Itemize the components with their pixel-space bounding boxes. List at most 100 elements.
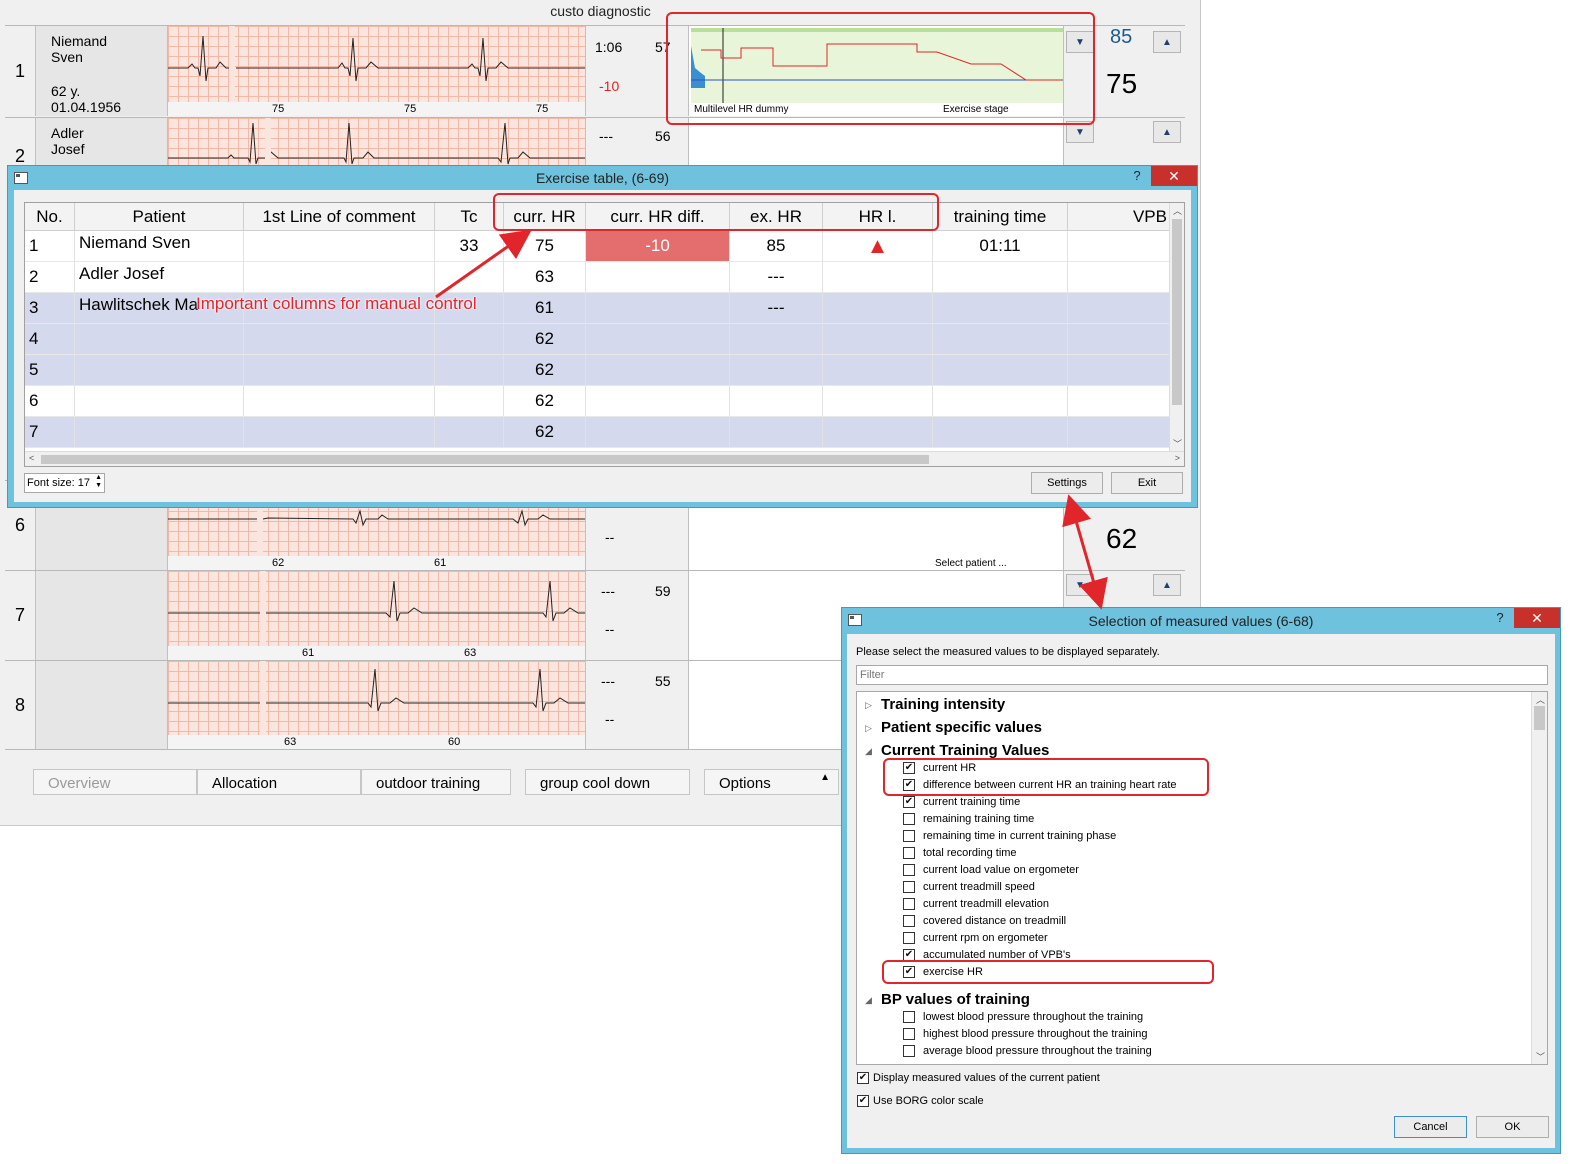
- curr-hr-diff-cell[interactable]: -10: [586, 231, 730, 262]
- col-header-training-time[interactable]: training time: [933, 203, 1068, 231]
- tree-category[interactable]: BP values of training: [881, 991, 1030, 1008]
- settings-button[interactable]: Settings: [1031, 472, 1103, 494]
- curr-hr-diff-cell[interactable]: [586, 293, 730, 324]
- scroll-down-icon[interactable]: ﹀: [1536, 1050, 1545, 1063]
- checkbox[interactable]: [903, 830, 915, 842]
- scrollbar-thumb[interactable]: [41, 455, 929, 464]
- row-number-cell[interactable]: 2: [25, 262, 75, 293]
- ex-hr-cell[interactable]: [730, 324, 823, 355]
- checkbox[interactable]: [903, 847, 915, 859]
- tc-cell[interactable]: [435, 324, 504, 355]
- training-time-cell[interactable]: [933, 355, 1068, 386]
- tree-item[interactable]: covered distance on treadmill: [903, 915, 1066, 927]
- curr-hr-cell[interactable]: 62: [504, 386, 586, 417]
- vertical-scrollbar[interactable]: ︿ ﹀: [1531, 692, 1547, 1064]
- vpb-cell[interactable]: [1068, 231, 1170, 262]
- vpb-cell[interactable]: [1068, 417, 1170, 448]
- row-number-cell[interactable]: 5: [25, 355, 75, 386]
- patient-info[interactable]: Adler Josef: [35, 118, 168, 167]
- close-button[interactable]: ✕: [1514, 608, 1560, 628]
- hr-limit-cell[interactable]: [823, 417, 933, 448]
- option-display-current[interactable]: Display measured values of the current p…: [857, 1072, 1100, 1084]
- checkbox[interactable]: [903, 1045, 915, 1057]
- col-header-no[interactable]: No.: [25, 203, 75, 231]
- tree-item[interactable]: current load value on ergometer: [903, 864, 1079, 876]
- scroll-up-icon[interactable]: ︿: [1536, 693, 1545, 706]
- curr-hr-cell[interactable]: 62: [504, 355, 586, 386]
- scroll-up-icon[interactable]: ︿: [1173, 204, 1182, 217]
- patient-cell[interactable]: [75, 355, 244, 386]
- horizontal-scrollbar[interactable]: < >: [25, 451, 1184, 466]
- vpb-cell[interactable]: [1068, 293, 1170, 324]
- col-header-comment[interactable]: 1st Line of comment: [244, 203, 435, 231]
- patient-info[interactable]: [35, 661, 168, 749]
- scroll-up-button[interactable]: ▲: [1153, 121, 1181, 143]
- tc-cell[interactable]: [435, 355, 504, 386]
- scroll-down-icon[interactable]: ﹀: [1173, 437, 1182, 450]
- scrollbar-thumb[interactable]: [1172, 219, 1182, 405]
- tab-allocation[interactable]: Allocation: [197, 769, 361, 795]
- expanded-icon[interactable]: ◢: [865, 995, 872, 1006]
- vertical-scrollbar[interactable]: ︿ ﹀: [1169, 203, 1184, 451]
- comment-cell[interactable]: [244, 324, 435, 355]
- ex-hr-cell[interactable]: 85: [730, 231, 823, 262]
- hr-limit-cell[interactable]: [823, 386, 933, 417]
- ex-hr-cell[interactable]: ---: [730, 262, 823, 293]
- checkbox[interactable]: [903, 881, 915, 893]
- filter-input[interactable]: [856, 665, 1548, 685]
- tree-item[interactable]: lowest blood pressure throughout the tra…: [903, 1011, 1143, 1023]
- tree-item[interactable]: total recording time: [903, 847, 1017, 859]
- tab-options[interactable]: Options ▲: [704, 769, 839, 795]
- tree-category[interactable]: Training intensity: [881, 696, 1005, 713]
- comment-cell[interactable]: [244, 386, 435, 417]
- patient-cell[interactable]: Adler Josef: [75, 262, 244, 293]
- scroll-down-button[interactable]: ▼: [1066, 574, 1094, 596]
- training-time-cell[interactable]: [933, 262, 1068, 293]
- patient-cell[interactable]: Niemand Sven: [75, 231, 244, 262]
- hr-limit-cell[interactable]: [823, 293, 933, 324]
- tab-group-cool-down[interactable]: group cool down: [525, 769, 690, 795]
- ex-hr-cell[interactable]: ---: [730, 293, 823, 324]
- checkbox[interactable]: [857, 1095, 869, 1107]
- scrollbar-thumb[interactable]: [1534, 706, 1545, 730]
- tree-item[interactable]: current rpm on ergometer: [903, 932, 1048, 944]
- measured-values-tree[interactable]: ▷ Training intensity ▷ Patient specific val…: [856, 691, 1548, 1065]
- exit-button[interactable]: Exit: [1111, 472, 1183, 494]
- comment-cell[interactable]: [244, 231, 435, 262]
- hr-limit-cell[interactable]: [823, 324, 933, 355]
- patient-info[interactable]: [35, 571, 168, 660]
- row-number-cell[interactable]: 4: [25, 324, 75, 355]
- training-time-cell[interactable]: [933, 386, 1068, 417]
- patient-cell[interactable]: [75, 386, 244, 417]
- checkbox[interactable]: [903, 898, 915, 910]
- col-header-patient[interactable]: Patient: [75, 203, 244, 231]
- help-button[interactable]: ?: [1127, 168, 1147, 186]
- ok-button[interactable]: OK: [1476, 1116, 1549, 1138]
- checkbox[interactable]: [903, 813, 915, 825]
- hr-limit-cell[interactable]: [823, 262, 933, 293]
- curr-hr-cell[interactable]: 62: [504, 417, 586, 448]
- tree-item[interactable]: remaining training time: [903, 813, 1034, 825]
- curr-hr-cell[interactable]: 62: [504, 324, 586, 355]
- hr-limit-cell[interactable]: ▲: [823, 231, 933, 262]
- tc-cell[interactable]: 33: [435, 231, 504, 262]
- checkbox[interactable]: [903, 1028, 915, 1040]
- close-button[interactable]: ✕: [1151, 166, 1197, 186]
- vpb-cell[interactable]: [1068, 386, 1170, 417]
- tree-item[interactable]: current treadmill elevation: [903, 898, 1049, 910]
- curr-hr-cell[interactable]: 63: [504, 262, 586, 293]
- font-size-spinbox[interactable]: Font size: 17 ▲ ▼: [24, 473, 105, 493]
- checkbox[interactable]: [903, 796, 915, 808]
- help-button[interactable]: ?: [1490, 610, 1510, 628]
- ex-hr-cell[interactable]: [730, 355, 823, 386]
- curr-hr-cell[interactable]: 75: [504, 231, 586, 262]
- checkbox[interactable]: [903, 915, 915, 927]
- cancel-button[interactable]: Cancel: [1394, 1116, 1467, 1138]
- dialog-titlebar[interactable]: Selection of measured values (6-68) ? ✕: [842, 608, 1560, 632]
- tree-item[interactable]: average blood pressure throughout the tr…: [903, 1045, 1152, 1057]
- tree-category[interactable]: Current Training Values: [881, 742, 1049, 759]
- hr-limit-cell[interactable]: [823, 355, 933, 386]
- training-time-cell[interactable]: 01:11: [933, 231, 1068, 262]
- row-number-cell[interactable]: 3: [25, 293, 75, 324]
- tab-overview[interactable]: Overview: [33, 769, 197, 795]
